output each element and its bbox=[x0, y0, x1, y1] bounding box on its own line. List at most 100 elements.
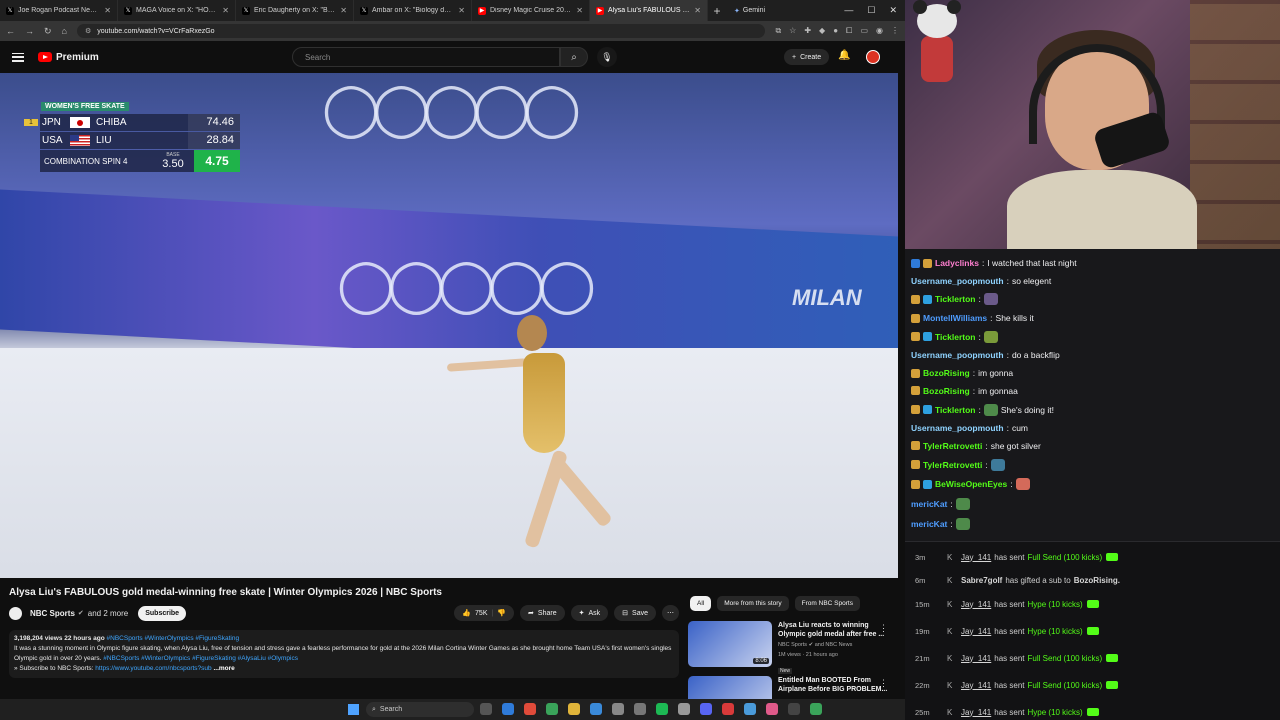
event-user[interactable]: Jay_141 bbox=[961, 627, 991, 636]
close-tab-icon[interactable]: ✕ bbox=[576, 6, 583, 15]
share-button[interactable]: ➦ Share bbox=[520, 605, 565, 621]
explorer-icon[interactable] bbox=[568, 703, 580, 715]
url-field[interactable]: ⚙ youtube.com/watch?v=VCrFaRxezGo bbox=[76, 24, 766, 38]
browser-tab[interactable]: ▶ Disney Magic Cruise 2026 | 5- ✕ bbox=[472, 0, 590, 21]
chat-username[interactable]: Ticklerton bbox=[935, 294, 975, 304]
browser-menu-icon[interactable]: ⋮ bbox=[891, 26, 899, 36]
chat-username[interactable]: BozoRising bbox=[923, 368, 970, 378]
home-icon[interactable]: ⌂ bbox=[62, 26, 67, 36]
chat-username[interactable]: Username_poopmouth bbox=[911, 423, 1004, 433]
close-tab-icon[interactable]: ✕ bbox=[340, 6, 347, 15]
app-icon[interactable] bbox=[722, 703, 734, 715]
browser-tab[interactable]: ▶ Alysa Liu's FABULOUS gold ✕ bbox=[590, 0, 708, 21]
ask-button[interactable]: ✦ Ask bbox=[570, 605, 609, 621]
maximize-icon[interactable]: ☐ bbox=[867, 5, 875, 16]
task-view-icon[interactable] bbox=[480, 703, 492, 715]
more-actions-button[interactable]: ⋯ bbox=[662, 605, 679, 621]
sidepanel-icon[interactable]: ▭ bbox=[860, 26, 868, 36]
chat-username[interactable]: BeWiseOpenEyes bbox=[935, 479, 1007, 489]
related-title[interactable]: Alysa Liu reacts to winning Olympic gold… bbox=[778, 621, 888, 639]
save-button[interactable]: ⊟ Save bbox=[614, 605, 656, 621]
chat-username[interactable]: MontellWilliams bbox=[923, 313, 987, 323]
chrome-icon[interactable] bbox=[524, 703, 536, 715]
filter-chip[interactable]: All bbox=[690, 596, 712, 611]
edge-icon[interactable] bbox=[502, 703, 514, 715]
chat-username[interactable]: mericKat bbox=[911, 519, 947, 529]
chat-username[interactable]: mericKat bbox=[911, 499, 947, 509]
chat-username[interactable]: Username_poopmouth bbox=[911, 350, 1004, 360]
chrome-icon[interactable] bbox=[546, 703, 558, 715]
minimize-icon[interactable]: — bbox=[844, 5, 853, 16]
event-user[interactable]: Jay_141 bbox=[961, 708, 991, 717]
chat-username[interactable]: Ticklerton bbox=[935, 405, 975, 415]
event-user[interactable]: Jay_141 bbox=[961, 600, 991, 609]
close-tab-icon[interactable]: ✕ bbox=[222, 6, 229, 15]
app-icon[interactable] bbox=[612, 703, 624, 715]
description-box[interactable]: 3,198,204 views 22 hours ago #NBCSports … bbox=[9, 630, 679, 678]
app-icon[interactable] bbox=[766, 703, 778, 715]
spotify-icon[interactable] bbox=[656, 703, 668, 715]
youtube-premium-logo[interactable]: Premium bbox=[38, 52, 99, 63]
chat-username[interactable]: Username_poopmouth bbox=[911, 276, 1004, 286]
close-tab-icon[interactable]: ✕ bbox=[458, 6, 465, 15]
event-user[interactable]: Jay_141 bbox=[961, 553, 991, 562]
taskbar-search[interactable]: ⌕ Search bbox=[366, 702, 474, 717]
extension-icon[interactable]: ● bbox=[833, 26, 838, 36]
extension-icon[interactable]: ✚ bbox=[804, 26, 811, 36]
app-icon[interactable] bbox=[634, 703, 646, 715]
discord-icon[interactable] bbox=[700, 703, 712, 715]
like-button[interactable]: 👍 75K | 👎 bbox=[454, 605, 515, 621]
channel-avatar[interactable] bbox=[9, 606, 22, 620]
hamburger-menu-icon[interactable] bbox=[12, 52, 24, 62]
site-info-icon[interactable]: ⚙ bbox=[85, 27, 91, 35]
event-user[interactable]: Jay_141 bbox=[961, 681, 991, 690]
chat-username[interactable]: BozoRising bbox=[923, 386, 970, 396]
profile-icon[interactable]: ◉ bbox=[876, 26, 883, 36]
app-icon[interactable] bbox=[590, 703, 602, 715]
search-input[interactable]: Search bbox=[292, 47, 560, 67]
subscribe-button[interactable]: Subscribe bbox=[138, 605, 187, 621]
windows-start-icon[interactable] bbox=[348, 704, 359, 715]
bookmark-star-icon[interactable]: ☆ bbox=[789, 26, 796, 36]
related-video[interactable]: 8:06 Alysa Liu reacts to winning Olympic … bbox=[688, 621, 898, 677]
account-avatar[interactable] bbox=[866, 50, 880, 64]
notifications-bell-icon[interactable]: 🔔 bbox=[838, 50, 850, 61]
channel-name[interactable]: NBC Sports bbox=[30, 609, 75, 618]
filter-chip[interactable]: More from this story bbox=[717, 596, 789, 611]
extensions-puzzle-icon[interactable]: ⧠ bbox=[846, 26, 852, 36]
video-thumbnail[interactable]: 8:06 bbox=[688, 621, 772, 667]
close-tab-icon[interactable]: ✕ bbox=[694, 6, 701, 15]
close-icon[interactable]: ✕ bbox=[889, 5, 897, 16]
browser-tab[interactable]: 𝕏 MAGA Voice on X: "HOLY SH ✕ bbox=[118, 0, 236, 21]
forward-icon[interactable]: → bbox=[25, 26, 34, 36]
event-user[interactable]: Jay_141 bbox=[961, 654, 991, 663]
gemini-button[interactable]: ✦ Gemini bbox=[734, 7, 765, 15]
chat-username[interactable]: Ticklerton bbox=[935, 332, 975, 342]
search-button[interactable]: ⌕ bbox=[560, 47, 588, 67]
thumbs-down-icon[interactable]: 👎 bbox=[497, 609, 506, 617]
app-icon[interactable] bbox=[744, 703, 756, 715]
reload-icon[interactable]: ↻ bbox=[44, 26, 52, 37]
extension-icon[interactable]: ◆ bbox=[819, 26, 825, 36]
browser-tab[interactable]: 𝕏 Ambar on X: "Biology doesn't ✕ bbox=[354, 0, 472, 21]
browser-tab[interactable]: 𝕏 Joe Rogan Podcast News on X ✕ bbox=[0, 0, 118, 21]
show-more-link[interactable]: ...more bbox=[213, 665, 234, 672]
more-vertical-icon[interactable]: ⋮ bbox=[879, 678, 888, 689]
filter-chip[interactable]: From NBC Sports bbox=[794, 596, 860, 611]
video-player[interactable]: ◯◯◯◯◯ ◯◯◯◯◯ MILAN WOMEN'S FREE SKATE 1 JP… bbox=[0, 73, 898, 578]
new-tab-button[interactable]: + bbox=[708, 4, 726, 18]
voice-search-button[interactable]: 🎙 bbox=[597, 47, 617, 67]
back-icon[interactable]: ← bbox=[6, 26, 15, 36]
channel-more[interactable]: and 2 more bbox=[88, 609, 128, 618]
browser-tab[interactable]: 𝕏 Eric Daugherty on X: "BREA ✕ bbox=[236, 0, 354, 21]
more-vertical-icon[interactable]: ⋮ bbox=[879, 623, 888, 634]
chat-username[interactable]: TylerRetrovetti bbox=[923, 460, 982, 470]
install-icon[interactable]: ⧉ bbox=[775, 26, 781, 36]
close-tab-icon[interactable]: ✕ bbox=[104, 6, 111, 15]
related-title[interactable]: Entitled Man BOOTED From Airplane Before… bbox=[778, 676, 888, 694]
app-icon[interactable] bbox=[810, 703, 822, 715]
chat-username[interactable]: Ladyclinks bbox=[935, 258, 979, 268]
event-user[interactable]: Sabre7golf bbox=[961, 576, 1002, 585]
chat-username[interactable]: TylerRetrovetti bbox=[923, 441, 982, 451]
app-icon[interactable] bbox=[678, 703, 690, 715]
